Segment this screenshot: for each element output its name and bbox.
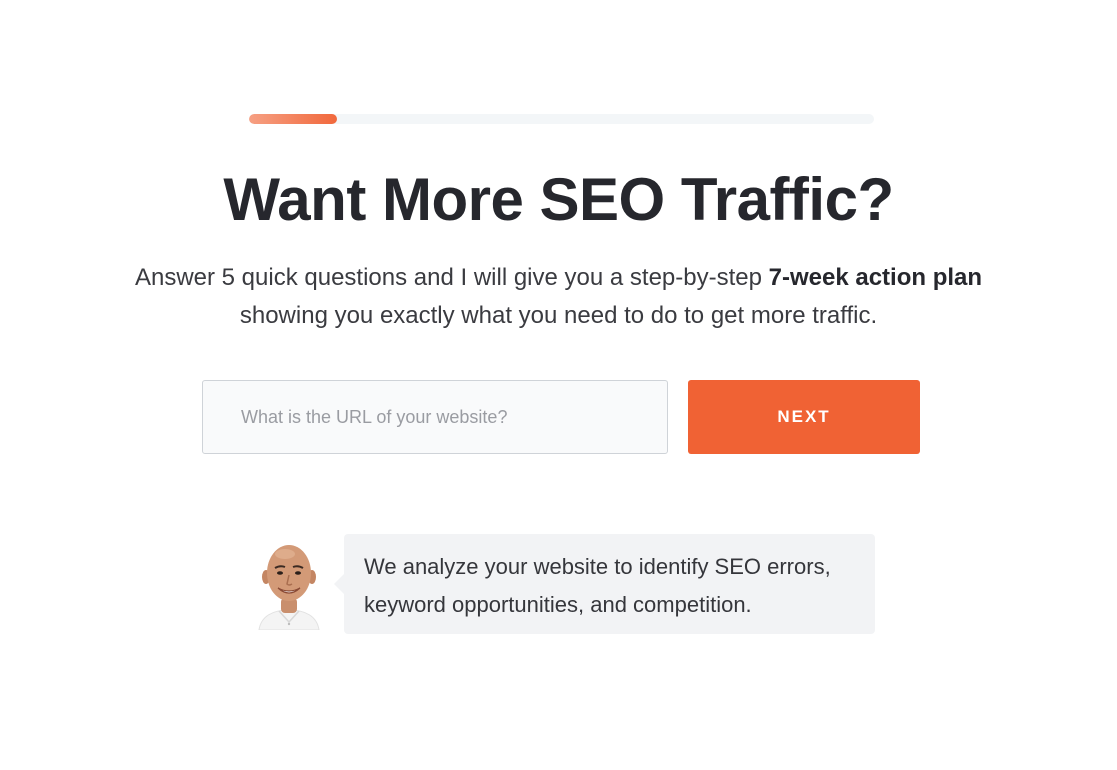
- subtitle-highlight: 7-week action plan: [768, 264, 983, 291]
- website-url-input[interactable]: [202, 380, 668, 454]
- info-speech-bubble: We analyze your website to identify SEO …: [334, 534, 875, 634]
- next-button[interactable]: NEXT: [688, 380, 920, 454]
- subtitle-text-tail: showing you exactly what you need to do …: [239, 302, 878, 329]
- subtitle-text-lead: Answer 5 quick questions and I will give…: [134, 264, 769, 291]
- progress-bar: [249, 114, 874, 124]
- person-avatar-icon: [258, 545, 320, 630]
- page-title: Want More SEO Traffic?: [223, 166, 894, 233]
- info-message: We analyze your website to identify SEO …: [364, 554, 831, 617]
- page-subtitle: Answer 5 quick questions and I will give…: [100, 259, 1017, 335]
- progress-bar-fill: [249, 114, 337, 124]
- speech-bubble-tail: [334, 574, 344, 594]
